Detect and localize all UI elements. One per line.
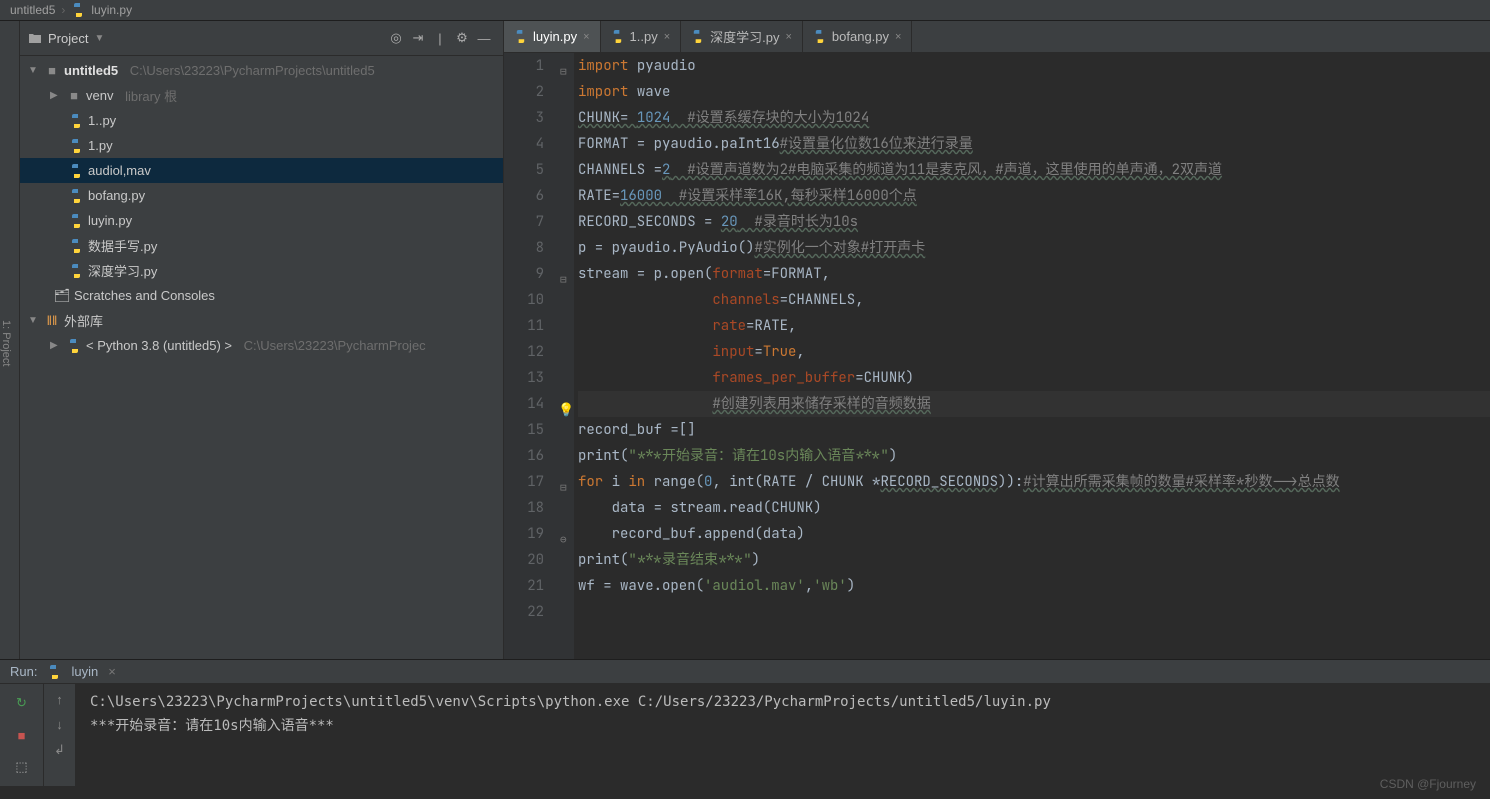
tree-python[interactable]: ▶ < Python 3.8 (untitled5) > C:\Users\23… — [20, 333, 503, 358]
editor-tab[interactable]: luyin.py× — [504, 21, 601, 52]
code-area[interactable]: 12345678910111213141516171819202122 ⊟⊟💡⊟… — [504, 53, 1490, 659]
python-icon — [66, 338, 82, 354]
tree-root[interactable]: ▼ ■ untitled5 C:\Users\23223\PycharmProj… — [20, 58, 503, 83]
watermark: CSDN @Fjourney — [1380, 777, 1476, 791]
chevron-right-icon: ▶ — [50, 340, 62, 351]
chevron-down-icon: ▼ — [28, 315, 40, 326]
run-label: Run: — [10, 664, 37, 679]
python-icon — [611, 30, 624, 43]
python-icon — [514, 30, 527, 43]
tree-file[interactable]: audiol,mav — [20, 158, 503, 183]
chevron-right-icon: › — [61, 3, 65, 17]
close-icon[interactable]: × — [583, 31, 589, 43]
run-header: Run: luyin × — [0, 660, 1490, 684]
stop-button[interactable]: ■ — [11, 724, 33, 746]
python-icon — [813, 30, 826, 43]
close-icon[interactable]: × — [785, 31, 791, 43]
wrap-icon[interactable]: ↲ — [54, 742, 65, 758]
tree-venv[interactable]: ▶ ■ venv library 根 — [20, 83, 503, 108]
editor: luyin.py×1..py×深度学习.py×bofang.py× 123456… — [504, 21, 1490, 659]
python-icon — [68, 238, 84, 254]
hide-icon[interactable]: — — [473, 27, 495, 49]
project-sidebar: Project ▼ ◎ ⇥ | ⚙ — ▼ ■ untitled5 C:\Use… — [20, 21, 504, 659]
tree-file[interactable]: 1.py — [20, 133, 503, 158]
tree-file[interactable]: 1..py — [20, 108, 503, 133]
rerun-button[interactable]: ↻ — [11, 692, 33, 714]
left-rail[interactable]: 1: Project — [0, 21, 20, 659]
editor-tab[interactable]: 1..py× — [601, 21, 682, 52]
project-tree[interactable]: ▼ ■ untitled5 C:\Users\23223\PycharmProj… — [20, 56, 503, 659]
breadcrumb-root[interactable]: untitled5 — [10, 3, 55, 17]
close-icon[interactable]: × — [895, 31, 901, 43]
root-name: untitled5 — [64, 63, 118, 78]
gear-icon[interactable]: ⚙ — [451, 27, 473, 49]
project-dropdown[interactable]: Project ▼ — [28, 31, 104, 46]
up-icon[interactable]: ↑ — [56, 692, 63, 707]
editor-tab[interactable]: 深度学习.py× — [681, 21, 803, 52]
folder-icon — [28, 31, 42, 45]
library-icon: ‖‖ — [44, 313, 60, 329]
folder-icon: ■ — [66, 88, 82, 104]
python-icon — [68, 113, 84, 129]
tree-extlib[interactable]: ▼ ‖‖ 外部库 — [20, 308, 503, 333]
python-icon — [68, 213, 84, 229]
tree-file[interactable]: 深度学习.py — [20, 258, 503, 283]
chevron-down-icon: ▼ — [94, 33, 104, 44]
python-icon — [47, 665, 61, 679]
python-icon — [691, 30, 704, 43]
sidebar-header: Project ▼ ◎ ⇥ | ⚙ — — [20, 21, 503, 56]
run-toolbar2: ↑ ↓ ↲ — [44, 684, 76, 786]
breadcrumb: untitled5 › luyin.py — [0, 0, 1490, 21]
close-icon[interactable]: × — [108, 664, 116, 679]
gutter: 12345678910111213141516171819202122 — [504, 53, 558, 659]
tree-file[interactable]: 数据手写.py — [20, 233, 503, 258]
python-icon — [68, 138, 84, 154]
tree-scratches[interactable]: 🗂 Scratches and Consoles — [20, 283, 503, 308]
python-icon — [68, 263, 84, 279]
editor-tab[interactable]: bofang.py× — [803, 21, 913, 52]
python-icon — [71, 3, 85, 17]
sidebar-title: Project — [48, 31, 88, 46]
run-config-name[interactable]: luyin — [71, 664, 98, 679]
console-line: ***开始录音：请在10s内输入语音*** — [90, 714, 1476, 738]
layout-button[interactable]: ⬚ — [11, 756, 33, 778]
root-path: C:\Users\23223\PycharmProjects\untitled5 — [130, 63, 375, 78]
run-panel: Run: luyin × ↻ ■ ⬚ ↑ ↓ ↲ C:\Users\23223\… — [0, 659, 1490, 786]
code[interactable]: import pyaudioimport waveCHUNK= 1024 #设置… — [574, 53, 1490, 659]
tree-file[interactable]: bofang.py — [20, 183, 503, 208]
editor-tabs: luyin.py×1..py×深度学习.py×bofang.py× — [504, 21, 1490, 53]
close-icon[interactable]: × — [664, 31, 670, 43]
scratches-icon: 🗂 — [54, 288, 70, 304]
run-toolbar: ↻ ■ ⬚ — [0, 684, 44, 786]
fold-gutter[interactable]: ⊟⊟💡⊟⊖ — [558, 53, 574, 659]
chevron-down-icon: ▼ — [28, 65, 40, 76]
down-icon[interactable]: ↓ — [56, 717, 63, 732]
chevron-right-icon: ▶ — [50, 90, 62, 101]
breadcrumb-file[interactable]: luyin.py — [91, 3, 132, 17]
python-icon — [68, 188, 84, 204]
console-cmd: C:\Users\23223\PycharmProjects\untitled5… — [90, 690, 1476, 714]
collapse-icon[interactable]: ⇥ — [407, 27, 429, 49]
target-icon[interactable]: ◎ — [385, 27, 407, 49]
tree-file[interactable]: luyin.py — [20, 208, 503, 233]
folder-icon: ■ — [44, 63, 60, 79]
python-icon — [68, 163, 84, 179]
console-output[interactable]: C:\Users\23223\PycharmProjects\untitled5… — [76, 684, 1490, 786]
